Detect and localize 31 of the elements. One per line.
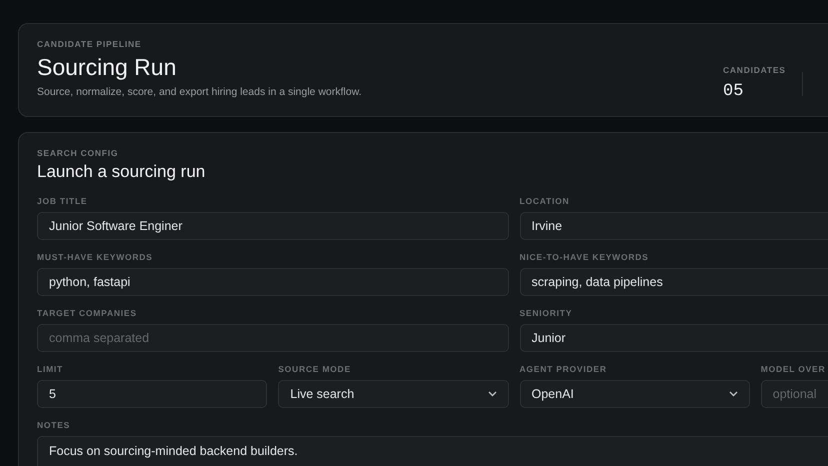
limit-field[interactable]: 5	[37, 380, 268, 408]
field-label: NICE-TO-HAVE KEYWORDS	[520, 252, 649, 264]
field-label: JOB TITLE	[37, 196, 88, 208]
nice-to-have-keywords-field[interactable]: scraping, data pipelines	[520, 268, 828, 296]
stat-label: CANDIDATES	[723, 64, 786, 77]
seniority-field[interactable]: Junior	[520, 324, 828, 352]
chevron-down-icon	[488, 391, 496, 398]
page-title: Sourcing Run	[37, 54, 178, 80]
stat-value: 05	[723, 80, 744, 103]
agent-provider-select[interactable]: OpenAI	[520, 380, 750, 408]
page-subtitle: Source, normalize, score, and export hiring leads in a single workflow.	[37, 85, 362, 100]
location-field[interactable]: Irvine	[520, 212, 828, 240]
field-label: SOURCE MODE	[278, 364, 351, 376]
section-eyebrow: CANDIDATE PIPELINE	[37, 38, 142, 51]
field-label: TARGET COMPANIES	[37, 308, 137, 320]
chevron-down-icon	[728, 391, 738, 398]
section-eyebrow: SEARCH CONFIG	[37, 147, 120, 160]
must-have-keywords-field[interactable]: python, fastapi	[37, 268, 508, 296]
field-label: NOTES	[37, 420, 70, 432]
job-title-field[interactable]: Junior Software Enginer	[37, 212, 508, 240]
model-over-field[interactable]: optional	[760, 380, 828, 408]
source-mode-select[interactable]: Live search	[278, 380, 508, 408]
notes-field[interactable]: Focus on sourcing-minded backend builders.	[37, 436, 828, 466]
target-companies-field[interactable]: comma separated	[37, 324, 508, 352]
field-label: MUST-HAVE KEYWORDS	[37, 252, 153, 264]
section-title: Launch a sourcing run	[37, 162, 206, 182]
field-label: LIMIT	[37, 364, 64, 376]
field-label: LOCATION	[520, 196, 570, 208]
field-label: MODEL OVER	[760, 364, 826, 376]
field-label: AGENT PROVIDER	[520, 364, 607, 376]
field-label: SENIORITY	[520, 308, 572, 320]
